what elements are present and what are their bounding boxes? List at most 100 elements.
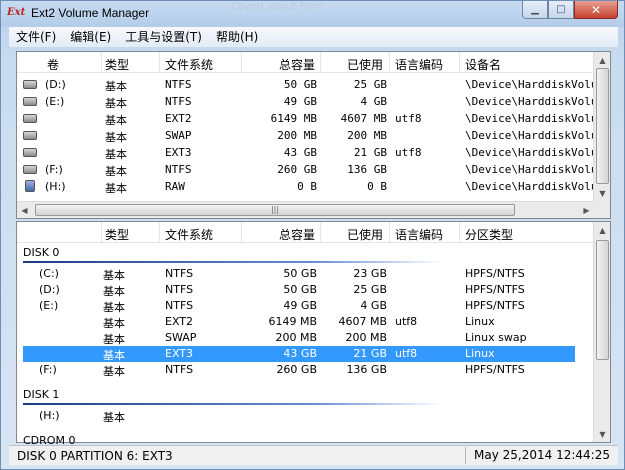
total-cell: 260 GB (277, 163, 317, 176)
total-cell: 50 GB (283, 267, 317, 280)
filesystem-cell: NTFS (165, 267, 194, 280)
partition-type-cell: Linux swap (465, 331, 527, 344)
volume-row[interactable]: 基本 SWAP 200 MB 200 MB \Device\HarddiskVolum (17, 127, 604, 144)
volume-row[interactable]: 基本 EXT3 43 GB 21 GB utf8 \Device\HarddiskVolu… (17, 144, 604, 161)
menu-edit[interactable]: 编辑(E) (63, 28, 118, 46)
partition-list[interactable]: 类型 文件系统 总容量 已使用 语言编码 分区类型 DISK 0 (C:) 基本 NT… (16, 221, 611, 451)
scroll-up-icon[interactable]: ▲ (595, 222, 610, 238)
partition-row[interactable]: (C:) 基本 NTFS 50 GB 23 GB HPFS/NTFS (23, 266, 575, 282)
volume-list-vscrollbar[interactable]: ▲ ▼ (593, 52, 610, 201)
total-cell: 260 GB (276, 363, 317, 376)
col-total[interactable]: 总容量 (279, 56, 315, 73)
drive-icon (23, 97, 37, 106)
volume-row[interactable]: 基本 EXT2 6149 MB 4607 MB utf8 \Device\Harddisk… (17, 110, 604, 127)
col-codepage[interactable]: 语言编码 (395, 56, 443, 73)
partition-row[interactable]: 基本 SWAP 200 MB 200 MB Linux swap (23, 330, 575, 346)
hscroll-thumb[interactable]: ||| (35, 204, 515, 216)
used-cell: 21 GB (353, 146, 387, 159)
disk-group-divider (23, 261, 443, 263)
menu-tools[interactable]: 工具与设置(T) (118, 28, 209, 46)
used-cell: 200 MB (347, 129, 387, 142)
drive-icon (23, 131, 37, 140)
filesystem-cell: NTFS (165, 299, 194, 312)
col-used[interactable]: 已使用 (347, 56, 383, 73)
scroll-corner (593, 201, 610, 218)
col-type[interactable]: 类型 (105, 56, 129, 73)
volume-cell: (F:) (39, 363, 57, 376)
menu-help[interactable]: 帮助(H) (209, 28, 265, 46)
partition-row[interactable]: (D:) 基本 NTFS 50 GB 25 GB HPFS/NTFS (23, 282, 575, 298)
status-datetime: May 25,2014 12:44:25 (465, 447, 610, 464)
background-window-title: Covert about Point (231, 1, 325, 12)
total-cell: 43 GB (283, 146, 317, 159)
maximize-icon: □ (556, 4, 566, 15)
partition-type-cell: HPFS/NTFS (465, 363, 525, 376)
volume-list[interactable]: 卷 类型 文件系统 总容量 已使用 语言编码 设备名 (D:) 基本 NTFS 50 … (16, 51, 611, 219)
used-cell: 23 GB (353, 267, 387, 280)
scroll-left-icon[interactable]: ◀ (17, 202, 32, 218)
partition-row[interactable]: (H:) 基本 (23, 408, 575, 424)
menu-file[interactable]: 文件(F) (9, 28, 63, 46)
scroll-up-icon[interactable]: ▲ (595, 52, 610, 68)
volume-row[interactable]: (F:) 基本 NTFS 260 GB 136 GB \Device\HarddiskVo… (17, 161, 604, 178)
partition-row-selected[interactable]: 基本 EXT3 43 GB 21 GB utf8 Linux (23, 346, 575, 362)
volume-row[interactable]: (H:) 基本 RAW 0 B 0 B \Device\HarddiskVolum (17, 178, 604, 195)
col-total[interactable]: 总容量 (279, 226, 315, 243)
used-cell: 4607 MB (340, 112, 387, 125)
total-cell: 50 GB (283, 78, 317, 91)
total-cell: 43 GB (283, 347, 317, 360)
col-codepage[interactable]: 语言编码 (395, 226, 443, 243)
close-button[interactable]: ✕ (574, 1, 618, 19)
col-device[interactable]: 设备名 (465, 56, 501, 73)
menu-bar: 文件(F) 编辑(E) 工具与设置(T) 帮助(H) (9, 27, 618, 47)
type-cell: 基本 (105, 114, 127, 127)
disk-group-label[interactable]: DISK 0 (23, 246, 59, 259)
maximize-button[interactable]: □ (548, 1, 574, 19)
col-used[interactable]: 已使用 (347, 226, 383, 243)
scroll-right-icon[interactable]: ▶ (579, 202, 594, 218)
volume-row[interactable]: (E:) 基本 NTFS 49 GB 4 GB \Device\HarddiskVolum (17, 93, 604, 110)
partition-row[interactable]: (E:) 基本 NTFS 49 GB 4 GB HPFS/NTFS (23, 298, 575, 314)
col-filesystem[interactable]: 文件系统 (165, 226, 213, 243)
disk-group-label[interactable]: DISK 1 (23, 388, 59, 401)
codepage-cell: utf8 (395, 347, 418, 360)
total-cell: 0 B (297, 180, 317, 193)
filesystem-cell: EXT3 (165, 146, 192, 159)
partition-type-cell: HPFS/NTFS (465, 283, 525, 296)
used-cell: 4607 MB (338, 315, 387, 328)
filesystem-cell: EXT2 (165, 112, 192, 125)
col-filesystem[interactable]: 文件系统 (165, 56, 213, 73)
volume-cell: (D:) (45, 78, 66, 91)
title-bar[interactable]: Ext Ext2 Volume Manager Covert about Poi… (1, 1, 624, 27)
filesystem-cell: NTFS (165, 78, 192, 91)
type-cell: 基本 (103, 301, 125, 314)
usb-drive-icon (25, 180, 35, 192)
total-cell: 50 GB (283, 283, 317, 296)
partition-row[interactable]: 基本 EXT2 6149 MB 4607 MB utf8 Linux (23, 314, 575, 330)
ext2-app-icon: Ext (7, 7, 26, 18)
partition-type-cell: Linux (465, 347, 495, 360)
window-title: Ext2 Volume Manager (31, 6, 150, 20)
device-cell: \Device\HarddiskVolum (465, 112, 605, 125)
scroll-thumb[interactable] (596, 68, 609, 184)
partition-list-header: 类型 文件系统 总容量 已使用 语言编码 分区类型 (17, 222, 594, 243)
filesystem-cell: SWAP (165, 331, 197, 344)
scroll-down-icon[interactable]: ▼ (595, 426, 610, 442)
col-type[interactable]: 类型 (105, 226, 129, 243)
filesystem-cell: NTFS (165, 283, 194, 296)
type-cell: 基本 (103, 349, 125, 362)
partition-list-vscrollbar[interactable]: ▲ ▼ (593, 222, 610, 442)
volume-row[interactable]: (D:) 基本 NTFS 50 GB 25 GB \Device\HarddiskVolu… (17, 76, 604, 93)
filesystem-cell: NTFS (165, 95, 192, 108)
volume-list-hscrollbar[interactable]: ◀ ||| ▶ (17, 201, 594, 218)
device-cell: \Device\HarddiskVolum (465, 163, 605, 176)
minimize-button[interactable]: ▁ (522, 1, 548, 19)
volume-cell: (E:) (39, 299, 59, 312)
volume-cell: (E:) (45, 95, 65, 108)
col-partition-type[interactable]: 分区类型 (465, 226, 513, 243)
partition-row[interactable]: (F:) 基本 NTFS 260 GB 136 GB HPFS/NTFS (23, 362, 575, 378)
type-cell: 基本 (105, 80, 127, 93)
scroll-thumb[interactable] (596, 240, 609, 360)
col-volume[interactable]: 卷 (47, 56, 59, 73)
scroll-down-icon[interactable]: ▼ (595, 185, 610, 201)
